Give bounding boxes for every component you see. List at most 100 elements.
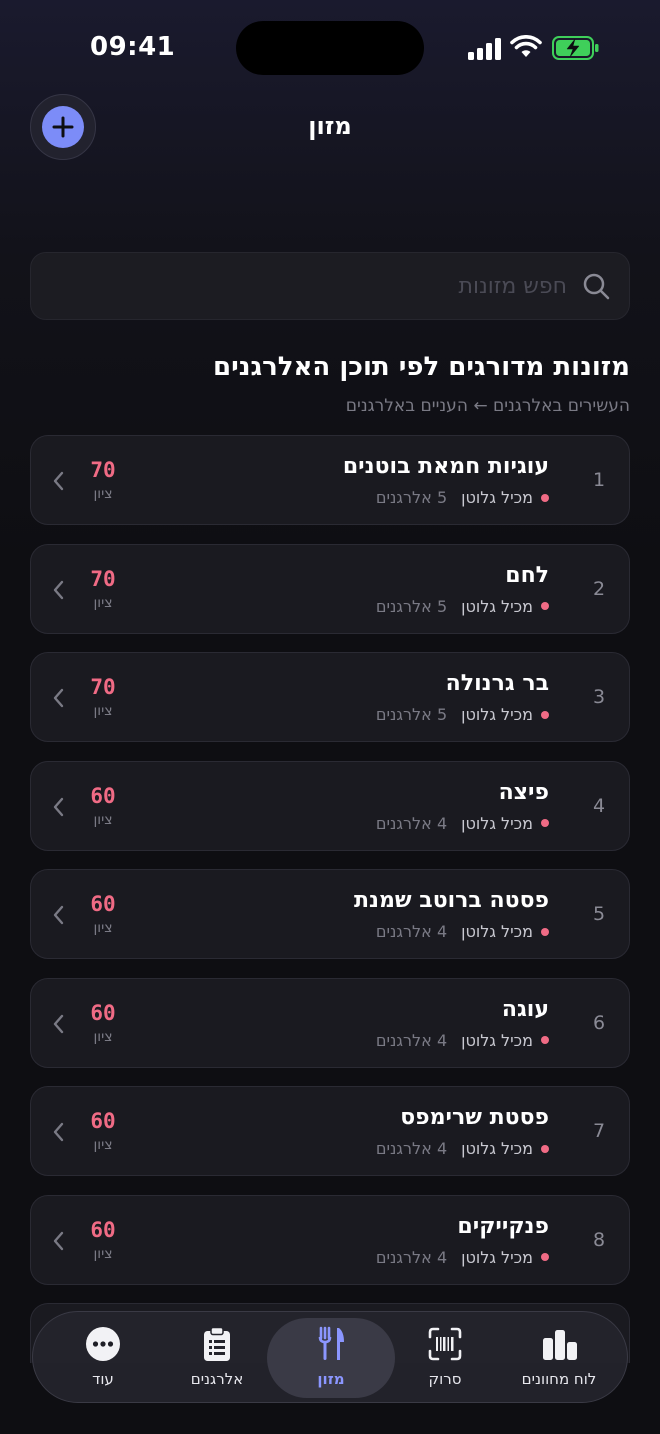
food-name: בר גרנולה	[445, 671, 549, 696]
food-rank: 1	[592, 469, 606, 491]
bar-chart-icon	[543, 1330, 577, 1360]
food-meta: מכיל גלוטן 4 אלרגנים	[376, 1139, 549, 1158]
food-card-7[interactable]: 7 פסטת שרימפס מכיל גלוטן 4 אלרגנים 60 ציו…	[30, 1086, 630, 1176]
score-label: ציון	[93, 1028, 113, 1045]
gluten-dot-icon	[541, 1144, 549, 1153]
food-rank: 6	[592, 1011, 606, 1034]
gluten-dot-icon	[541, 1036, 549, 1044]
food-name: לחם	[505, 562, 549, 588]
chevron-left-icon	[53, 905, 64, 925]
allergen-count: 5 אלרגנים	[375, 705, 448, 724]
food-card-2[interactable]: 2 לחם מכיל גלוטן 5 אלרגנים 70 ציון	[30, 543, 630, 634]
allergen-count: 5 אלרגנים	[375, 488, 448, 507]
clipboard-list-icon	[204, 1326, 230, 1361]
section-subtitle: העשירים באלרגנים ← העניים באלרגנים	[345, 396, 630, 416]
score-label: ציון	[93, 811, 113, 828]
food-rank: 8	[592, 1228, 606, 1251]
food-score: 70	[90, 675, 116, 699]
food-card-4[interactable]: 4 פיצה מכיל גלוטן 4 אלרגנים 60 ציון	[30, 760, 630, 851]
gluten-tag: מכיל גלוטן	[461, 1139, 533, 1158]
food-meta: מכיל גלוטן 5 אלרגנים	[376, 705, 549, 724]
tab-dashboard-label: לוח מחוונים	[521, 1370, 597, 1388]
cellular-signal-icon	[468, 38, 501, 60]
score-label: ציון	[93, 1245, 113, 1262]
gluten-dot-icon	[541, 1253, 549, 1261]
tab-food-label: מזון	[317, 1370, 345, 1388]
food-rank: 7	[592, 1120, 606, 1142]
gluten-tag: מכיל גלוטן	[461, 1247, 533, 1267]
food-meta: מכיל גלוטן 4 אלרגנים	[376, 922, 549, 941]
allergen-count: 4 אלרגנים	[375, 922, 448, 941]
chevron-left-icon	[53, 1122, 64, 1142]
food-score: 70	[90, 458, 116, 482]
food-name: פיצה	[498, 779, 549, 805]
fork-knife-icon	[318, 1326, 344, 1360]
chevron-left-icon	[53, 1231, 64, 1250]
allergen-count: 4 אלרגנים	[375, 1139, 448, 1158]
allergen-count: 5 אלרגנים	[375, 596, 448, 616]
food-score: 70	[90, 566, 116, 591]
gluten-dot-icon	[541, 710, 549, 719]
dynamic-island	[236, 21, 424, 75]
food-card-1[interactable]: 1 עוגיות חמאת בוטנים מכיל גלוטן 5 אלרגנים…	[30, 435, 630, 525]
food-name: פסטה ברוטב שמנת	[354, 888, 549, 913]
food-name: עוגה	[501, 996, 549, 1022]
tab-scan-label: סרוק	[428, 1370, 462, 1388]
allergen-count: 4 אלרגנים	[375, 1030, 448, 1050]
food-name: פנקייקים	[457, 1213, 549, 1239]
search-icon	[583, 273, 610, 300]
gluten-dot-icon	[541, 602, 549, 610]
food-card-8[interactable]: 8 פנקייקים מכיל גלוטן 4 אלרגנים 60 ציון	[30, 1194, 630, 1285]
wifi-icon	[510, 35, 542, 57]
gluten-dot-icon	[541, 493, 549, 502]
tab-allergens[interactable]: אלרגנים	[157, 1312, 277, 1404]
food-meta: מכיל גלוטן 4 אלרגנים	[376, 1031, 549, 1050]
tab-more[interactable]: עוד	[43, 1312, 163, 1404]
chevron-left-icon	[53, 1014, 64, 1033]
food-score: 60	[90, 1217, 116, 1242]
food-meta: מכיל גלוטן 4 אלרגנים	[376, 1248, 549, 1267]
score-label: ציון	[93, 920, 113, 936]
gluten-dot-icon	[541, 927, 549, 936]
gluten-dot-icon	[541, 819, 549, 827]
food-list: 1 עוגיות חמאת בוטנים מכיל גלוטן 5 אלרגנים…	[30, 435, 630, 1382]
food-meta: מכיל גלוטן 4 אלרגנים	[376, 814, 549, 833]
battery-charging-icon	[552, 36, 599, 60]
food-rank: 5	[592, 903, 606, 925]
gluten-tag: מכיל גלוטן	[461, 813, 533, 833]
food-rank: 2	[592, 577, 606, 600]
chevron-left-icon	[53, 797, 64, 816]
chevron-left-icon	[53, 471, 64, 491]
food-rank: 3	[592, 686, 606, 708]
food-score: 60	[90, 1000, 116, 1025]
tab-allergens-label: אלרגנים	[190, 1370, 244, 1388]
food-card-6[interactable]: 6 עוגה מכיל גלוטן 4 אלרגנים 60 ציון	[30, 977, 630, 1068]
gluten-tag: מכיל גלוטן	[461, 596, 533, 616]
score-label: ציון	[93, 594, 113, 611]
status-bar: 09:41	[0, 0, 660, 96]
chevron-left-icon	[53, 580, 64, 599]
allergen-count: 4 אלרגנים	[375, 1247, 448, 1267]
food-meta: מכיל גלוטן 5 אלרגנים	[376, 597, 549, 616]
food-name: פסטת שרימפס	[400, 1105, 549, 1130]
section-title: מזונות מדורגים לפי תוכן האלרגנים	[212, 352, 630, 382]
tab-scan[interactable]: סרוק	[385, 1312, 505, 1404]
tab-bar: עוד אלרגנים מזון סרוק לוח מחוונים	[32, 1311, 628, 1403]
food-name: עוגיות חמאת בוטנים	[342, 454, 549, 479]
score-label: ציון	[93, 486, 113, 502]
tab-food[interactable]: מזון	[267, 1318, 395, 1398]
food-card-3[interactable]: 3 בר גרנולה מכיל גלוטן 5 אלרגנים 70 ציון	[30, 652, 630, 742]
gluten-tag: מכיל גלוטן	[461, 488, 533, 507]
more-icon	[86, 1327, 120, 1361]
status-time: 09:41	[90, 32, 176, 62]
score-label: ציון	[93, 703, 113, 719]
food-card-5[interactable]: 5 פסטה ברוטב שמנת מכיל גלוטן 4 אלרגנים 60…	[30, 869, 630, 959]
gluten-tag: מכיל גלוטן	[461, 922, 533, 941]
tab-dashboard[interactable]: לוח מחוונים	[499, 1312, 619, 1404]
food-rank: 4	[592, 794, 606, 817]
gluten-tag: מכיל גלוטן	[461, 705, 533, 724]
search-input[interactable]	[47, 273, 567, 299]
page-title: מזון	[308, 112, 352, 140]
food-score: 60	[90, 783, 116, 808]
search-bar[interactable]	[30, 252, 630, 320]
